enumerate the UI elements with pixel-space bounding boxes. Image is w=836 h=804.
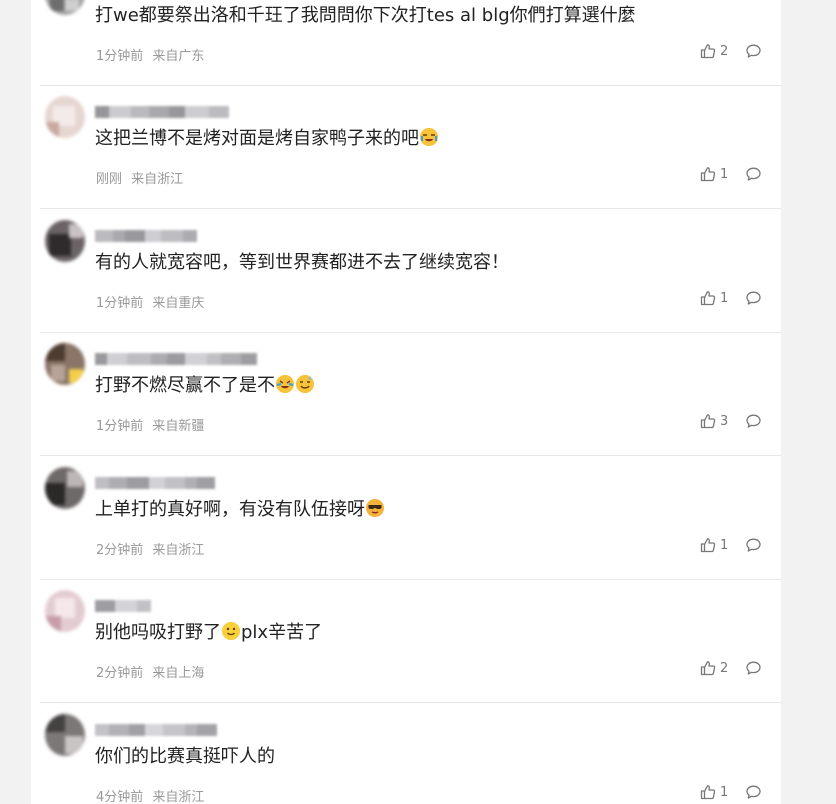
like-count: 1 <box>720 290 729 306</box>
reply-button[interactable] <box>745 166 762 187</box>
comment-text: 这把兰博不是烤对面是烤自家鸭子来的吧 <box>95 126 439 152</box>
comment-item: 打野不燃尽赢不了是不 1分钟前 来自新疆 3 <box>31 333 781 456</box>
comment-item: 你们的比赛真挺吓人的 4分钟前 来自浙江 1 <box>31 704 781 804</box>
comment-location: 来自广东 <box>152 49 205 64</box>
comment-text: 别他吗吸打野了 plx辛苦了 <box>95 622 323 643</box>
comment-bubble-icon <box>746 291 761 305</box>
comment-meta: 1分钟前 来自广东 <box>96 45 204 64</box>
comment-time: 1分钟前 <box>96 49 144 64</box>
comment-time: 1分钟前 <box>96 419 144 434</box>
comment-item: 上单打的真好啊，有没有队伍接呀 2分钟前 来自浙江 1 <box>31 457 781 580</box>
comment-location: 来自新疆 <box>152 419 205 434</box>
smile-emoji <box>222 622 240 640</box>
comment-time: 2分钟前 <box>96 666 144 681</box>
crying-laughing-emoji <box>420 128 438 146</box>
avatar[interactable] <box>45 343 85 385</box>
thumbs-up-icon <box>700 167 716 182</box>
avatar[interactable] <box>45 590 85 632</box>
comment-item: 别他吗吸打野了 plx辛苦了 2分钟前 来自上海 2 <box>31 580 781 703</box>
thumbs-up-icon <box>700 44 716 59</box>
divider <box>40 702 781 703</box>
thumbs-up-icon <box>700 414 716 429</box>
like-count: 1 <box>720 166 729 182</box>
username[interactable] <box>95 228 197 244</box>
comment-text: 你们的比赛真挺吓人的 <box>95 746 275 767</box>
comment-meta: 2分钟前 来自上海 <box>96 662 204 681</box>
comment-location: 来自上海 <box>152 666 205 681</box>
avatar[interactable] <box>45 714 85 756</box>
divider <box>40 455 781 456</box>
sweat-smile-emoji <box>296 375 314 393</box>
comment-meta: 4分钟前 来自浙江 <box>96 786 204 804</box>
comment-time: 2分钟前 <box>96 543 144 558</box>
thumbs-up-icon <box>700 785 716 800</box>
reply-button[interactable] <box>745 413 762 434</box>
username[interactable] <box>95 351 257 367</box>
like-count: 3 <box>720 413 729 429</box>
comment-text: 打we都要祭出洛和千玨了我問問你下次打tes al blg你們打算選什麼 <box>95 5 636 26</box>
like-button[interactable]: 1 <box>700 537 728 553</box>
avatar[interactable] <box>45 0 85 15</box>
like-button[interactable]: 2 <box>700 43 728 59</box>
like-button[interactable]: 1 <box>700 784 728 800</box>
like-count: 2 <box>720 43 729 59</box>
cool-emoji <box>366 499 384 517</box>
like-button[interactable]: 3 <box>700 413 728 429</box>
username[interactable] <box>95 475 215 491</box>
comment-meta: 2分钟前 来自浙江 <box>96 539 204 558</box>
avatar[interactable] <box>45 220 85 262</box>
thumbs-up-icon <box>700 538 716 553</box>
comment-text: 上单打的真好啊，有没有队伍接呀 <box>95 497 385 523</box>
reply-button[interactable] <box>745 660 762 681</box>
like-count: 1 <box>720 784 729 800</box>
comment-bubble-icon <box>746 538 761 552</box>
reply-button[interactable] <box>745 43 762 64</box>
comment-item: 这把兰博不是烤对面是烤自家鸭子来的吧 刚刚 来自浙江 1 <box>31 86 781 209</box>
reply-button[interactable] <box>745 290 762 311</box>
thumbs-up-icon <box>700 291 716 306</box>
username[interactable] <box>95 104 229 120</box>
thumbs-up-icon <box>700 661 716 676</box>
comment-bubble-icon <box>746 167 761 181</box>
comment-time: 4分钟前 <box>96 790 144 804</box>
username[interactable] <box>95 598 151 614</box>
comment-text: 打野不燃尽赢不了是不 <box>95 373 315 399</box>
comment-bubble-icon <box>746 44 761 58</box>
comment-item: 打we都要祭出洛和千玨了我問問你下次打tes al blg你們打算選什麼 1分钟… <box>31 0 781 86</box>
comment-feed: 打we都要祭出洛和千玨了我問問你下次打tes al blg你們打算選什麼 1分钟… <box>31 0 781 804</box>
like-count: 2 <box>720 660 729 676</box>
comment-location: 来自浙江 <box>152 543 205 558</box>
reply-button[interactable] <box>745 537 762 558</box>
like-count: 1 <box>720 537 729 553</box>
comment-bubble-icon <box>746 414 761 428</box>
comment-item: 有的人就宽容吧，等到世界赛都进不去了继续宽容！ 1分钟前 来自重庆 1 <box>31 210 781 333</box>
username[interactable] <box>95 722 217 738</box>
comment-meta: 1分钟前 来自重庆 <box>96 292 204 311</box>
divider <box>40 208 781 209</box>
avatar[interactable] <box>45 467 85 509</box>
comment-time: 刚刚 <box>96 172 123 187</box>
comment-meta: 1分钟前 来自新疆 <box>96 415 204 434</box>
comment-location: 来自重庆 <box>152 296 205 311</box>
comment-location: 来自浙江 <box>131 172 184 187</box>
like-button[interactable]: 2 <box>700 660 728 676</box>
like-button[interactable]: 1 <box>700 290 728 306</box>
comment-location: 来自浙江 <box>152 790 205 804</box>
avatar[interactable] <box>45 96 85 138</box>
like-button[interactable]: 1 <box>700 166 728 182</box>
comment-meta: 刚刚 来自浙江 <box>96 168 183 187</box>
comment-bubble-icon <box>746 661 761 675</box>
comment-time: 1分钟前 <box>96 296 144 311</box>
comment-bubble-icon <box>746 785 761 799</box>
reply-button[interactable] <box>745 784 762 804</box>
comment-text: 有的人就宽容吧，等到世界赛都进不去了继续宽容！ <box>95 252 509 273</box>
laughing-tears-emoji <box>276 375 294 393</box>
